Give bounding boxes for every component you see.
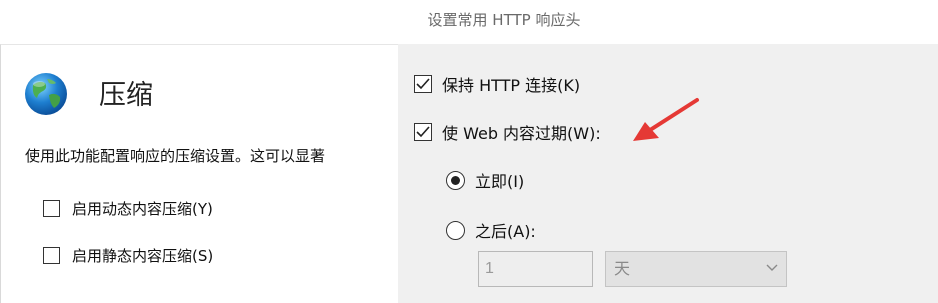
checkmark-icon (416, 78, 430, 90)
dynamic-compression-option[interactable]: 启用动态内容压缩(Y) (43, 198, 213, 219)
static-compression-label: 启用静态内容压缩(S) (72, 247, 214, 265)
static-compression-option[interactable]: 启用静态内容压缩(S) (43, 245, 213, 266)
dialog-title: 设置常用 HTTP 响应头 (427, 11, 581, 29)
expire-content-option[interactable]: 使 Web 内容过期(W): (414, 120, 601, 144)
compression-panel: 压缩 使用此功能配置响应的压缩设置。这可以显著 启用动态内容压缩(Y) 启用静态… (0, 44, 400, 303)
panel-description: 使用此功能配置响应的压缩设置。这可以显著 (25, 147, 326, 165)
expire-content-checkbox[interactable] (414, 123, 432, 141)
red-arrow-icon (633, 98, 699, 141)
checkmark-icon (416, 126, 430, 138)
expire-after-radio[interactable] (446, 220, 465, 240)
expire-after-value-input[interactable]: 1 (478, 251, 593, 287)
expire-content-label: 使 Web 内容过期(W): (442, 124, 601, 143)
dynamic-compression-checkbox[interactable] (43, 200, 60, 217)
expire-after-unit-select[interactable]: 天 (605, 251, 787, 287)
expire-after-unit-value: 天 (614, 259, 631, 278)
page-title: 压缩 (99, 80, 153, 111)
expire-immediately-label: 立即(I) (475, 172, 525, 191)
keep-alive-label: 保持 HTTP 连接(K) (442, 76, 581, 95)
chevron-down-icon (766, 264, 778, 271)
dynamic-compression-label: 启用动态内容压缩(Y) (72, 200, 213, 218)
static-compression-checkbox[interactable] (43, 247, 60, 264)
http-headers-dialog: 保持 HTTP 连接(K) 使 Web 内容过期(W): 立即(I) 之后(A)… (398, 44, 938, 303)
expire-after-label: 之后(A): (475, 222, 536, 241)
keep-alive-option[interactable]: 保持 HTTP 连接(K) (414, 72, 580, 96)
expire-immediately-radio[interactable] (446, 170, 465, 190)
expire-after-option[interactable]: 之后(A): (446, 218, 536, 242)
globe-icon (23, 71, 69, 117)
expire-immediately-option[interactable]: 立即(I) (446, 168, 524, 192)
keep-alive-checkbox[interactable] (414, 75, 432, 93)
